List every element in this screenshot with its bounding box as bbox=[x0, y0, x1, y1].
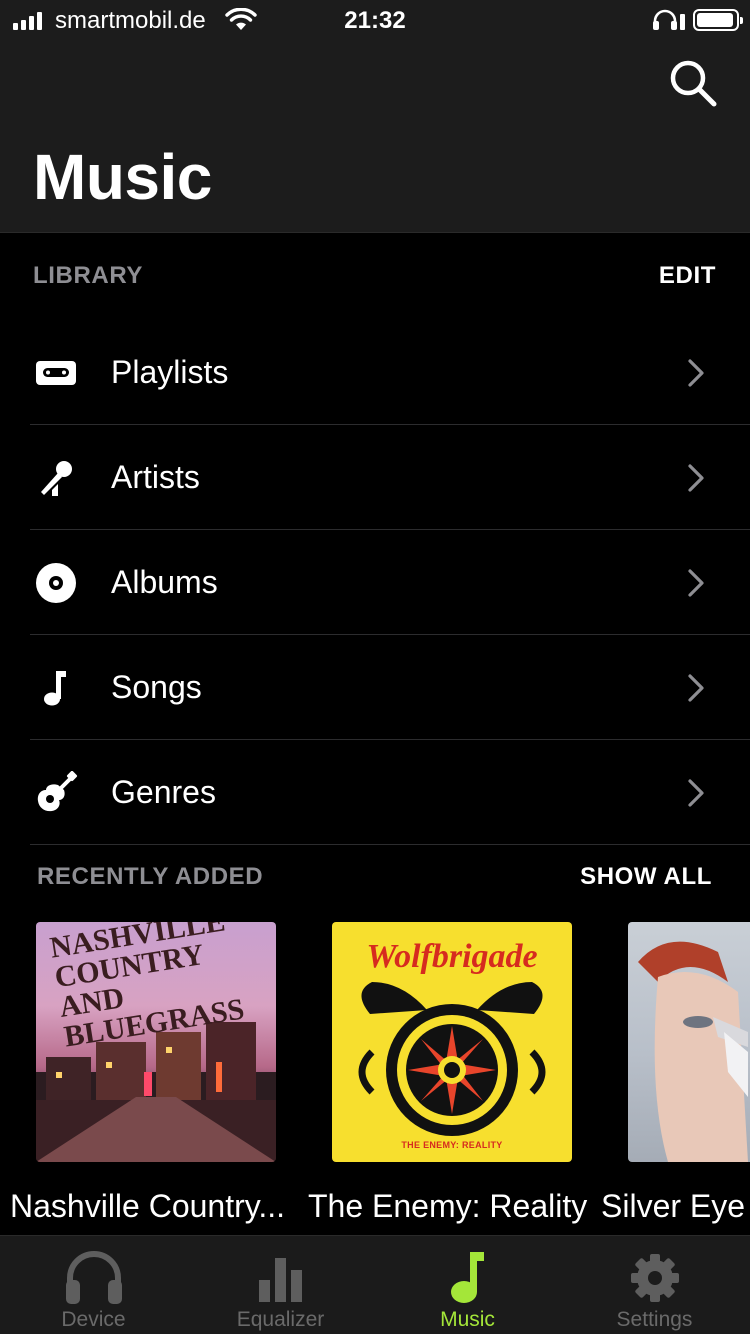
vinyl-icon bbox=[36, 563, 76, 603]
status-bar: smartmobil.de 21:32 bbox=[0, 0, 750, 42]
library-label: LIBRARY bbox=[33, 262, 143, 289]
chevron-right-icon bbox=[688, 674, 704, 702]
header: smartmobil.de 21:32 Music bbox=[0, 0, 750, 233]
tab-bar: Device Equalizer Music Settings bbox=[0, 1235, 750, 1334]
library-item-playlists[interactable]: Playlists bbox=[0, 320, 750, 425]
recently-added-carousel: NASHVILLE COUNTRY AND BLUEGRASS Nashvill… bbox=[0, 922, 750, 1242]
library-item-label: Playlists bbox=[111, 354, 229, 390]
library-item-label: Artists bbox=[111, 459, 200, 495]
recently-added-label: RECENTLY ADDED bbox=[37, 863, 264, 890]
headphones-icon bbox=[65, 1251, 122, 1304]
music-note-icon bbox=[450, 1252, 484, 1303]
album-cover-subtext: THE ENEMY: REALITY bbox=[401, 1140, 503, 1150]
headphones-status-icon bbox=[653, 9, 685, 30]
album-title: The Enemy: Reality bbox=[308, 1188, 588, 1224]
tab-label: Device bbox=[61, 1308, 126, 1331]
battery-icon bbox=[693, 9, 743, 31]
chevron-right-icon bbox=[688, 359, 704, 387]
library-item-label: Songs bbox=[111, 669, 202, 705]
library-item-songs[interactable]: Songs bbox=[0, 635, 750, 740]
cassette-icon bbox=[36, 361, 76, 385]
album-title: Nashville Country... bbox=[10, 1188, 286, 1224]
music-note-icon bbox=[44, 671, 66, 706]
gear-icon bbox=[630, 1254, 679, 1302]
library-item-albums[interactable]: Albums bbox=[0, 530, 750, 635]
recently-added-section-header: RECENTLY ADDED SHOW ALL bbox=[0, 863, 750, 903]
guitar-icon bbox=[37, 771, 78, 812]
album-cover: Wolfbrigade THE ENEMY: REALITY bbox=[332, 922, 572, 1162]
library-item-label: Albums bbox=[111, 564, 218, 600]
library-item-label: Genres bbox=[111, 774, 216, 810]
status-time: 21:32 bbox=[344, 7, 406, 34]
chevron-right-icon bbox=[688, 779, 704, 807]
tab-label: Equalizer bbox=[236, 1308, 325, 1331]
library-item-genres[interactable]: Genres bbox=[0, 740, 750, 845]
tab-equalizer[interactable]: Equalizer bbox=[187, 1236, 374, 1334]
chevron-right-icon bbox=[688, 569, 704, 597]
album-cover-text: Wolfbrigade bbox=[366, 938, 538, 975]
show-all-button[interactable]: SHOW ALL bbox=[580, 863, 712, 891]
album-cover-art bbox=[638, 941, 748, 1162]
tab-music[interactable]: Music bbox=[374, 1236, 561, 1334]
album-cover: NASHVILLE COUNTRY AND BLUEGRASS bbox=[36, 922, 276, 1162]
tab-label: Music bbox=[440, 1308, 495, 1331]
chevron-right-icon bbox=[688, 464, 704, 492]
search-icon[interactable] bbox=[668, 58, 720, 110]
tab-device[interactable]: Device bbox=[0, 1236, 187, 1334]
library-section-header: LIBRARY EDIT bbox=[0, 262, 750, 302]
microphone-icon bbox=[41, 461, 72, 496]
equalizer-icon bbox=[258, 1258, 302, 1302]
edit-button[interactable]: EDIT bbox=[659, 262, 716, 290]
page-title: Music bbox=[33, 141, 212, 213]
tab-label: Settings bbox=[616, 1308, 693, 1331]
album-title: Silver Eye bbox=[601, 1188, 746, 1224]
album-cover bbox=[628, 922, 750, 1162]
tab-settings[interactable]: Settings bbox=[561, 1236, 748, 1334]
library-item-artists[interactable]: Artists bbox=[0, 425, 750, 530]
library-list: Playlists Artists Albums Songs Genres bbox=[0, 320, 750, 845]
music-screen: smartmobil.de 21:32 Music LIBRARY EDIT P… bbox=[0, 0, 750, 1334]
